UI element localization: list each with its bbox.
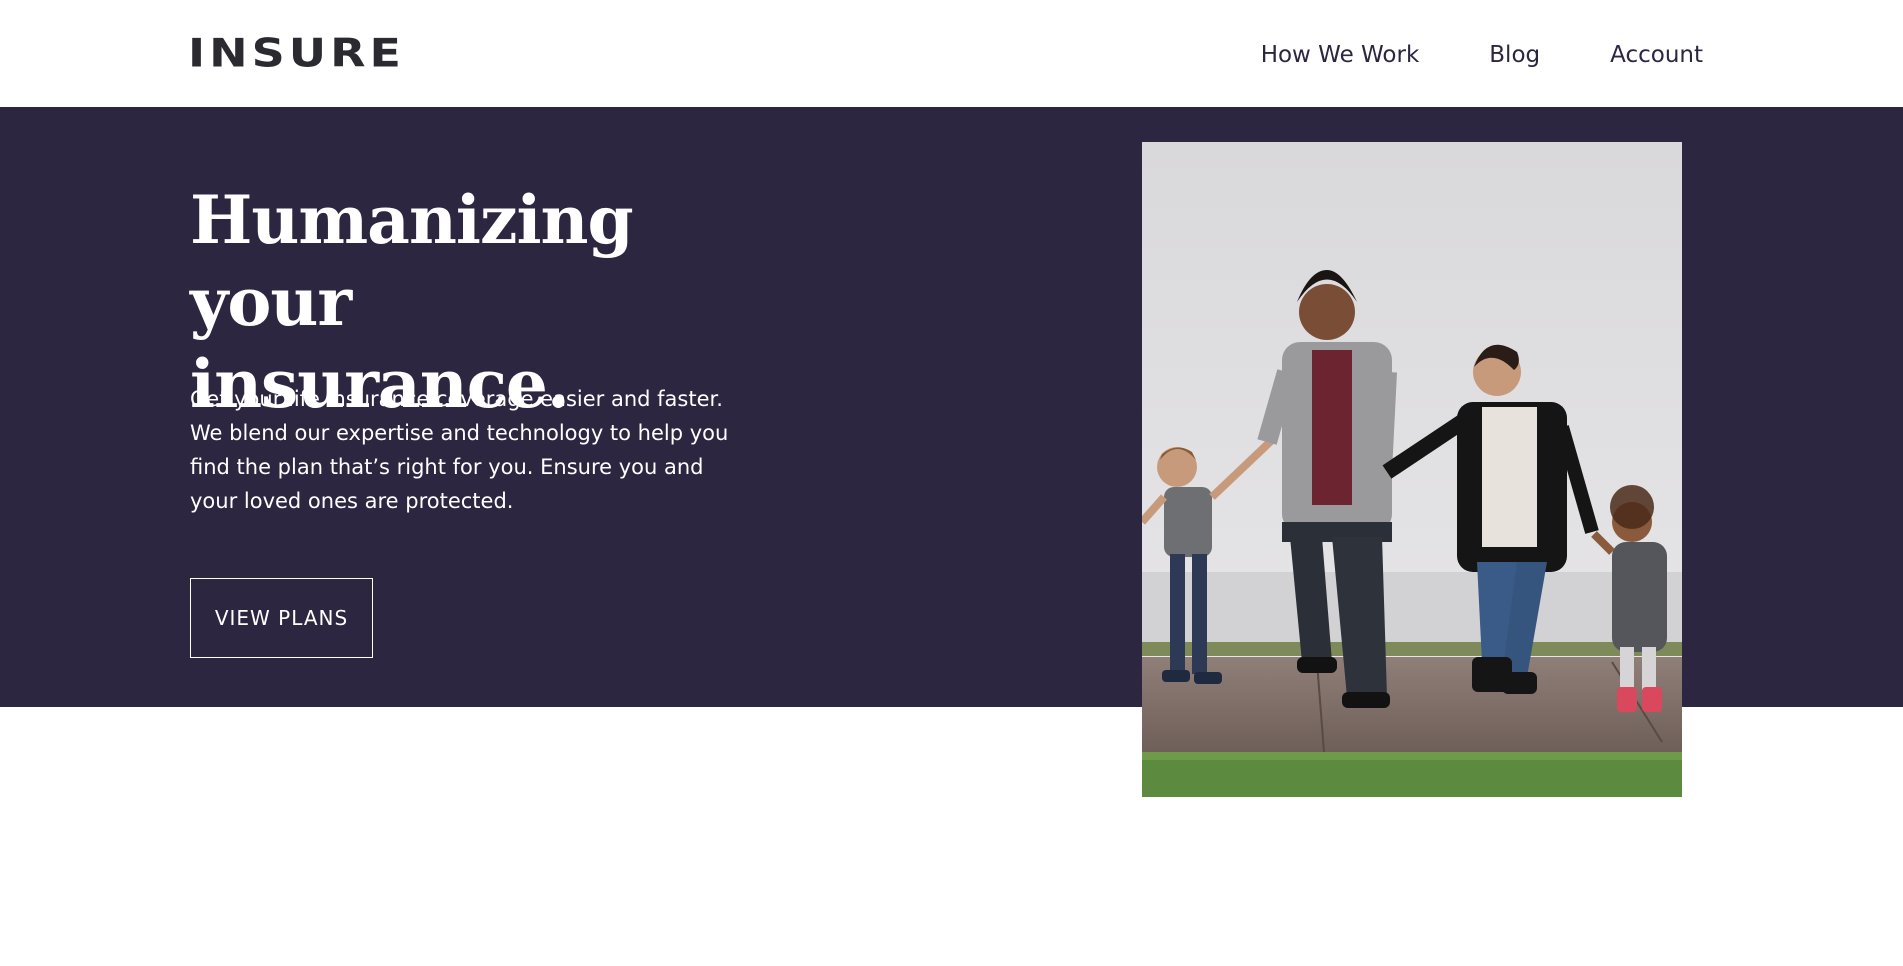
family-photo-illustration — [1142, 142, 1682, 797]
hero-title-line-1: Humanizing — [190, 181, 634, 259]
nav-how-we-work[interactable]: How We Work — [1261, 40, 1420, 70]
family-photo — [1142, 142, 1682, 797]
site-header: INSURE How We Work Blog Account — [0, 0, 1903, 107]
main-nav: How We Work Blog Account — [1261, 40, 1703, 70]
view-plans-button[interactable]: VIEW PLANS — [190, 578, 373, 658]
nav-account[interactable]: Account — [1610, 40, 1703, 70]
insure-logo[interactable]: INSURE — [188, 33, 405, 73]
hero-description: Get your life insurance coverage easier … — [190, 387, 729, 513]
nav-blog[interactable]: Blog — [1489, 40, 1540, 70]
